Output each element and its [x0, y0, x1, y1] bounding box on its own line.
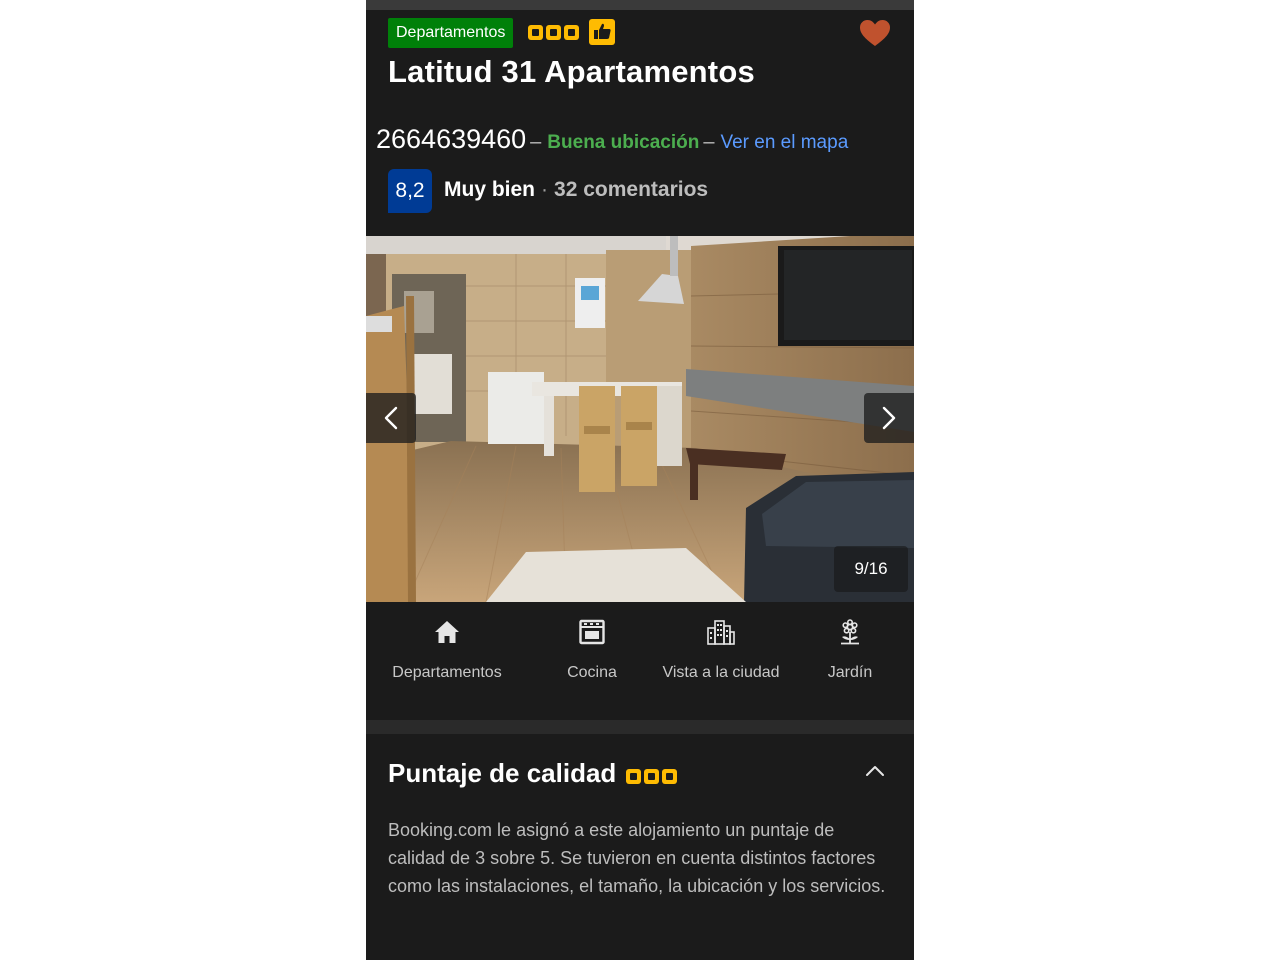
facility-label: Jardín	[827, 664, 873, 681]
previous-photo-button[interactable]	[366, 393, 416, 443]
location-label: Buena ubicación	[547, 132, 700, 153]
quality-stars	[626, 769, 677, 784]
facility-item-departamentos: Departamentos	[377, 618, 517, 685]
review-count: 32 comentarios	[554, 178, 709, 201]
chevron-right-icon	[882, 406, 896, 430]
next-photo-button[interactable]	[864, 393, 914, 443]
star-square-icon	[564, 25, 579, 40]
facility-label: Departamentos	[392, 664, 502, 681]
star-square-icon	[528, 25, 543, 40]
gallery-photo[interactable]: 9/16	[366, 236, 914, 602]
star-square-icon	[546, 25, 561, 40]
contact-line: 2664639460 – Buena ubicación – Ver en el…	[376, 124, 848, 155]
star-square-icon	[662, 769, 677, 784]
city-icon	[707, 620, 735, 645]
facility-item-cocina: Cocina	[522, 618, 662, 685]
quality-rating-section: Puntaje de calidad Booking.com le asignó…	[366, 734, 914, 960]
collapse-button[interactable]	[864, 764, 886, 783]
facility-label: Cocina	[567, 664, 617, 681]
review-score-badge[interactable]: 8,2	[388, 169, 432, 213]
facilities-strip: Departamentos Cocina Vista a la ciudad J…	[366, 602, 914, 720]
house-icon	[435, 621, 459, 643]
star-square-icon	[644, 769, 659, 784]
property-type-badge: Departamentos	[388, 18, 514, 48]
photo-counter: 9/16	[834, 546, 908, 592]
map-link[interactable]: Ver en el mapa	[720, 132, 848, 154]
dash-separator: –	[703, 131, 715, 153]
review-label: Muy bien	[444, 178, 536, 201]
room-photo-image	[366, 236, 914, 602]
facility-label: Vista a la ciudad	[662, 664, 780, 681]
star-square-icon	[626, 769, 641, 784]
flower-icon	[841, 619, 859, 645]
dash-separator: –	[530, 131, 542, 153]
property-title: Latitud 31 Apartamentos	[388, 54, 755, 89]
phone-number[interactable]: 2664639460	[376, 124, 526, 155]
review-summary[interactable]: Muy bien · 32 comentarios	[444, 178, 708, 202]
quality-description: Booking.com le asignó a este alojamiento…	[388, 820, 886, 896]
stove-icon	[579, 619, 605, 645]
facility-item-jardin: Jardín	[780, 618, 914, 685]
chevron-up-icon	[866, 766, 884, 776]
thumbs-up-icon[interactable]	[589, 19, 615, 45]
facility-item-vista-ciudad: Vista a la ciudad	[651, 618, 791, 685]
section-divider	[366, 720, 914, 734]
quality-title: Puntaje de calidad	[388, 758, 617, 788]
property-header: Departamentos Latitud 31 Apartamentos 26…	[366, 10, 914, 236]
status-bar	[366, 0, 914, 10]
favorite-heart-icon[interactable]	[858, 18, 892, 53]
review-separator: ·	[541, 178, 549, 201]
chevron-left-icon	[384, 406, 398, 430]
phone-screen: Departamentos Latitud 31 Apartamentos 26…	[366, 0, 914, 960]
quality-stars	[528, 25, 579, 40]
